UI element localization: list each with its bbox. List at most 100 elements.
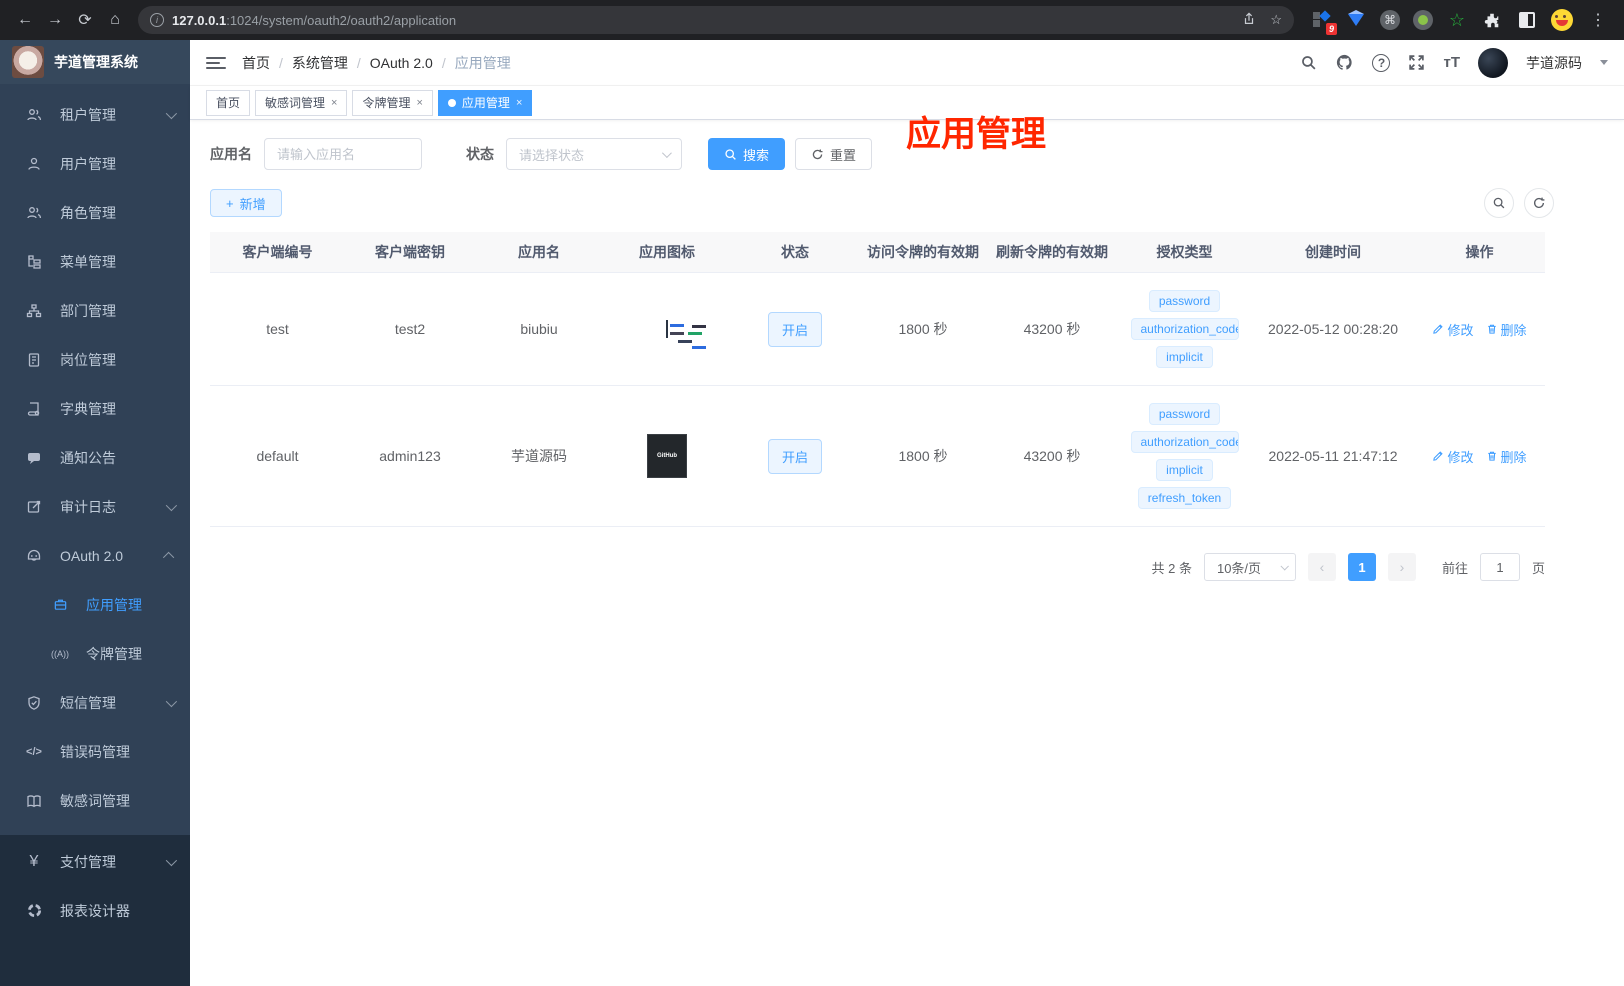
status-badge: 开启: [767, 311, 822, 347]
help-icon[interactable]: ?: [1372, 53, 1391, 72]
sidebar-item-oauth-application[interactable]: 应用管理: [0, 580, 190, 629]
fullscreen-icon[interactable]: [1408, 54, 1425, 71]
refresh-icon: [1533, 197, 1545, 208]
sidebar-item-user[interactable]: 用户管理: [0, 139, 190, 188]
sidebar-item-pay[interactable]: ¥ 支付管理: [0, 837, 190, 886]
extension-green-star-icon[interactable]: ☆: [1446, 9, 1468, 31]
add-button[interactable]: + 新增: [210, 189, 282, 217]
sidebar-item-oauth-token[interactable]: ((A)) 令牌管理: [0, 629, 190, 678]
briefcase-icon: [48, 597, 72, 612]
url-text: 127.0.0.1:1024/system/oauth2/oauth2/appl…: [172, 12, 457, 28]
breadcrumb-home[interactable]: 首页: [242, 53, 270, 73]
app-logo: [12, 46, 44, 78]
browser-forward-icon[interactable]: →: [40, 5, 70, 35]
site-info-icon[interactable]: i: [150, 13, 164, 27]
breadcrumb: 首页 / 系统管理 / OAuth 2.0 / 应用管理: [242, 53, 511, 73]
sidebar-item-sms[interactable]: 短信管理: [0, 678, 190, 727]
grant-type-tag: password: [1148, 403, 1221, 425]
username[interactable]: 芋道源码: [1526, 53, 1582, 73]
edit-log-icon: [22, 499, 46, 515]
app-title: 芋道管理系统: [54, 54, 138, 70]
extension-recorder-icon[interactable]: [1413, 10, 1433, 30]
edit-link[interactable]: 修改: [1432, 320, 1474, 339]
grant-type-tag: authorization_code: [1130, 431, 1239, 453]
col-actions: 操作: [1414, 232, 1545, 273]
tab-close-icon[interactable]: ×: [331, 97, 337, 109]
reset-button[interactable]: 重置: [795, 138, 873, 170]
broadcast-icon: ((A)): [51, 648, 69, 659]
tab-token[interactable]: 令牌管理 ×: [352, 89, 433, 116]
sidebar-item-sensitive-word[interactable]: 敏感词管理: [0, 776, 190, 825]
status-select[interactable]: 请选择状态: [506, 138, 682, 170]
sidebar-item-errcode[interactable]: </> 错误码管理: [0, 727, 190, 776]
tab-close-icon[interactable]: ×: [416, 97, 422, 109]
page-1-button[interactable]: 1: [1347, 553, 1376, 581]
edit-link[interactable]: 修改: [1432, 447, 1474, 466]
extension-command-icon[interactable]: ⌘: [1380, 10, 1400, 30]
top-navbar: 首页 / 系统管理 / OAuth 2.0 / 应用管理 ? тT 芋道源码: [190, 40, 1624, 86]
sidebar-item-oauth[interactable]: OAuth 2.0: [0, 531, 190, 580]
col-access-validity: 访问令牌的有效期: [859, 232, 987, 273]
browser-menu-icon[interactable]: ⋮: [1586, 10, 1610, 30]
profile-avatar-icon[interactable]: [1551, 9, 1573, 31]
col-app-name: 应用名: [475, 232, 603, 273]
app-name-label: 应用名: [210, 146, 252, 162]
goto-page-input[interactable]: [1479, 553, 1520, 581]
user-avatar[interactable]: [1478, 47, 1508, 78]
tab-close-icon[interactable]: ×: [516, 97, 522, 109]
refresh-table-button[interactable]: [1524, 188, 1554, 218]
breadcrumb-current: 应用管理: [454, 54, 511, 71]
breadcrumb-oauth[interactable]: OAuth 2.0: [370, 55, 433, 71]
app-name-input[interactable]: [264, 138, 422, 170]
yen-icon: ¥: [29, 852, 39, 870]
sidebar-item-role[interactable]: 角色管理: [0, 188, 190, 237]
grant-type-tag: implicit: [1156, 459, 1213, 481]
goto-label: 前往: [1441, 560, 1468, 576]
sidebar-item-menu[interactable]: 菜单管理: [0, 237, 190, 286]
breadcrumb-system[interactable]: 系统管理: [292, 53, 348, 73]
sidebar-item-dept[interactable]: 部门管理: [0, 286, 190, 335]
sidebar-collapse-icon[interactable]: [206, 56, 226, 69]
extension-tabs-icon[interactable]: 9: [1310, 9, 1337, 35]
robot-icon: [22, 548, 46, 564]
toggle-search-button[interactable]: [1484, 188, 1514, 218]
text-size-icon[interactable]: тT: [1443, 54, 1460, 71]
grant-type-tag: password: [1148, 290, 1221, 312]
delete-link[interactable]: 删除: [1486, 320, 1527, 339]
browser-home-icon[interactable]: ⌂: [100, 5, 130, 35]
tab-application-active[interactable]: 应用管理 ×: [437, 89, 533, 116]
col-grant-types: 授权类型: [1117, 232, 1252, 273]
reader-mode-icon[interactable]: [1516, 9, 1538, 31]
share-icon[interactable]: [1242, 12, 1256, 26]
search-button[interactable]: 搜索: [708, 138, 786, 170]
sidebar-item-report-designer[interactable]: 报表设计器: [0, 886, 190, 935]
sidebar-item-post[interactable]: 岗位管理: [0, 335, 190, 384]
sidebar-item-tenant[interactable]: 租户管理: [0, 90, 190, 139]
header-search-icon[interactable]: [1300, 54, 1317, 71]
tab-sensitive-word[interactable]: 敏感词管理 ×: [255, 89, 348, 116]
address-bar[interactable]: i 127.0.0.1:1024/system/oauth2/oauth2/ap…: [138, 6, 1294, 34]
table-toolbar: + 新增: [210, 188, 1624, 218]
page-size-select[interactable]: 10条/页: [1203, 553, 1296, 581]
sidebar-item-audit-log[interactable]: 审计日志: [0, 482, 190, 531]
org-chart-icon: [22, 303, 46, 319]
user-menu-caret-icon[interactable]: [1600, 60, 1608, 65]
browser-back-icon[interactable]: ←: [10, 5, 40, 35]
prev-page-button[interactable]: ‹: [1307, 553, 1336, 581]
col-client-secret: 客户端密钥: [345, 232, 475, 273]
browser-reload-icon[interactable]: ⟳: [70, 5, 100, 35]
grant-type-tag: refresh_token: [1137, 487, 1232, 509]
next-page-button[interactable]: ›: [1387, 553, 1416, 581]
extension-gem-icon[interactable]: [1345, 9, 1367, 31]
sidebar-item-dict[interactable]: 字典管理: [0, 384, 190, 433]
sidebar-item-notice[interactable]: 通知公告: [0, 433, 190, 482]
bookmark-star-icon[interactable]: ☆: [1270, 12, 1282, 28]
app-logo-bar[interactable]: 芋道管理系统: [0, 40, 190, 84]
red-annotation-title: 应用管理: [906, 115, 1047, 154]
tab-home[interactable]: 首页: [206, 89, 251, 116]
sidebar: 芋道管理系统 租户管理 用户管理 角色管理 菜单管理 部门管理 岗位管理 字典管…: [0, 40, 190, 986]
github-icon[interactable]: [1335, 53, 1354, 72]
pen-icon: [1433, 324, 1444, 334]
delete-link[interactable]: 删除: [1486, 447, 1527, 466]
extensions-puzzle-icon[interactable]: [1481, 9, 1503, 31]
